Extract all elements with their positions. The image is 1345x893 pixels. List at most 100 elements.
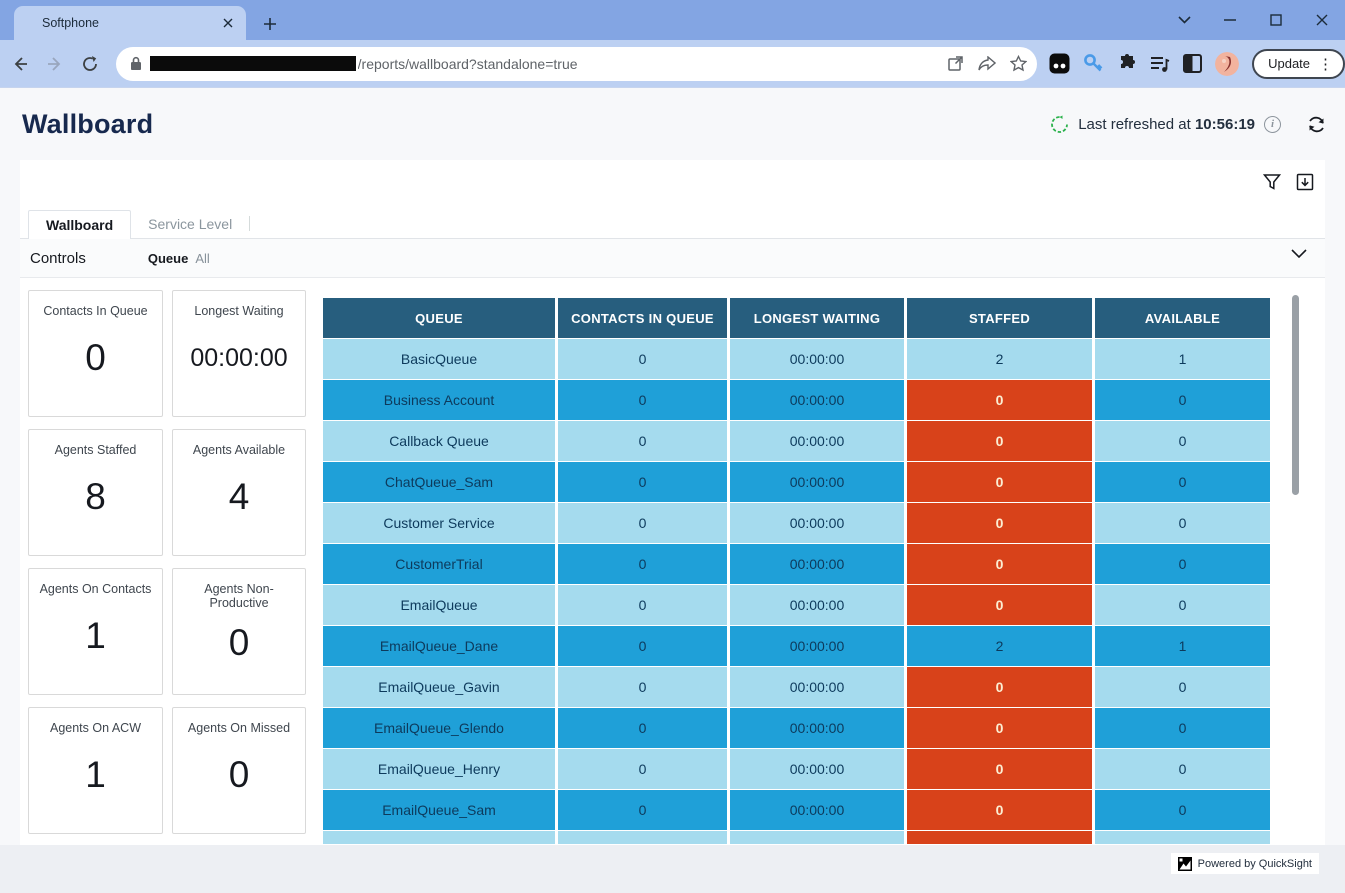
table-cell[interactable]: 00:00:00 xyxy=(730,667,904,707)
kpi-card[interactable]: Contacts In Queue 0 xyxy=(28,290,163,417)
table-cell[interactable]: 0 xyxy=(1095,708,1270,748)
table-cell[interactable]: 0 xyxy=(907,831,1092,844)
table-cell[interactable]: 00:00:00 xyxy=(730,462,904,502)
table-cell[interactable]: 00:00:00 xyxy=(730,790,904,830)
column-header[interactable]: QUEUE xyxy=(323,298,555,338)
table-cell[interactable]: 0 xyxy=(907,503,1092,543)
back-button[interactable] xyxy=(4,48,35,80)
table-cell[interactable]: 0 xyxy=(558,503,727,543)
kpi-card[interactable]: Agents On Contacts 1 xyxy=(28,568,163,695)
kpi-card[interactable]: Agents On ACW 1 xyxy=(28,707,163,834)
table-cell[interactable]: 0 xyxy=(558,462,727,502)
table-cell[interactable]: 00:00:00 xyxy=(730,380,904,420)
table-cell[interactable]: EmailQueue_Glendo xyxy=(323,708,555,748)
refresh-button[interactable] xyxy=(1306,114,1327,135)
table-cell[interactable]: 00:00:00 xyxy=(730,503,904,543)
playlist-extension-icon[interactable] xyxy=(1150,55,1170,73)
table-cell[interactable]: 1 xyxy=(1095,626,1270,666)
table-cell[interactable]: 1 xyxy=(1095,339,1270,379)
table-cell[interactable]: EmailQueue_Gavin xyxy=(323,667,555,707)
table-cell[interactable]: BasicQueue xyxy=(323,339,555,379)
table-cell[interactable]: 0 xyxy=(907,749,1092,789)
maximize-button[interactable] xyxy=(1253,0,1299,40)
table-cell[interactable]: 0 xyxy=(558,626,727,666)
minimize-button[interactable] xyxy=(1207,0,1253,40)
table-cell[interactable]: 0 xyxy=(1095,585,1270,625)
table-cell[interactable]: 0 xyxy=(558,339,727,379)
table-cell[interactable]: 00:00:00 xyxy=(730,544,904,584)
table-cell[interactable]: 0 xyxy=(1095,462,1270,502)
contrast-extension-icon[interactable] xyxy=(1183,54,1202,73)
column-header[interactable]: CONTACTS IN QUEUE xyxy=(558,298,727,338)
table-cell[interactable]: ChatQueue_Sam xyxy=(323,462,555,502)
table-cell[interactable]: 0 xyxy=(907,380,1092,420)
table-cell[interactable]: Callback Queue xyxy=(323,421,555,461)
column-header[interactable]: AVAILABLE xyxy=(1095,298,1270,338)
lock-icon[interactable] xyxy=(130,56,142,71)
table-cell[interactable]: 0 xyxy=(558,790,727,830)
share-icon[interactable] xyxy=(978,56,996,72)
table-cell[interactable]: 0 xyxy=(907,790,1092,830)
controls-collapse-icon[interactable] xyxy=(1291,249,1307,258)
table-cell[interactable]: 0 xyxy=(907,708,1092,748)
quicksight-badge[interactable]: Powered by QuickSight xyxy=(1171,853,1319,874)
table-cell[interactable]: 0 xyxy=(907,667,1092,707)
table-cell[interactable]: 0 xyxy=(1095,749,1270,789)
kpi-card[interactable]: Agents Staffed 8 xyxy=(28,429,163,556)
table-cell[interactable]: 00:00:00 xyxy=(730,749,904,789)
table-cell[interactable]: 0 xyxy=(907,544,1092,584)
new-tab-button[interactable] xyxy=(258,12,282,36)
filter-icon[interactable] xyxy=(1262,172,1282,192)
export-icon[interactable] xyxy=(1295,172,1315,192)
profile-avatar[interactable] xyxy=(1215,52,1239,76)
table-cell[interactable]: 00:00:00 xyxy=(730,708,904,748)
table-cell[interactable]: 00:00:00 xyxy=(730,585,904,625)
table-cell[interactable]: 00:00:00 xyxy=(730,339,904,379)
table-scrollbar[interactable] xyxy=(1292,295,1299,495)
reload-button[interactable] xyxy=(74,48,105,80)
bookmark-star-icon[interactable] xyxy=(1010,55,1027,72)
table-cell[interactable]: 0 xyxy=(1095,503,1270,543)
table-cell[interactable]: 0 xyxy=(1095,667,1270,707)
kpi-card[interactable]: Agents Available 4 xyxy=(172,429,306,556)
table-cell[interactable]: EmailQueue_Henry xyxy=(323,749,555,789)
tab-close-icon[interactable] xyxy=(220,15,236,31)
table-cell[interactable]: 2 xyxy=(907,339,1092,379)
table-cell[interactable]: EmailQueue_Dane xyxy=(323,626,555,666)
url-bar[interactable]: /reports/wallboard?standalone=true xyxy=(116,47,1037,81)
browser-menu-icon[interactable]: ⋮ xyxy=(1314,55,1337,73)
forward-button[interactable] xyxy=(39,48,70,80)
open-in-new-icon[interactable] xyxy=(947,55,964,72)
update-button[interactable]: Update ⋮ xyxy=(1252,49,1345,79)
kpi-card[interactable]: Agents Non-Productive 0 xyxy=(172,568,306,695)
tab-service-level[interactable]: Service Level xyxy=(131,209,249,238)
table-cell[interactable]: 0 xyxy=(1095,380,1270,420)
table-cell[interactable]: 0 xyxy=(1095,544,1270,584)
extensions-puzzle-icon[interactable] xyxy=(1117,54,1137,74)
extension-dots-icon[interactable] xyxy=(1049,53,1070,74)
table-cell[interactable]: EmailQueue_Sam xyxy=(323,790,555,830)
table-cell[interactable]: 00:00:00 xyxy=(730,831,904,844)
table-cell[interactable]: 0 xyxy=(558,749,727,789)
table-cell[interactable]: 0 xyxy=(1095,831,1270,844)
table-cell[interactable]: 0 xyxy=(558,380,727,420)
table-cell[interactable]: CustomerTrial xyxy=(323,544,555,584)
table-cell[interactable]: 0 xyxy=(907,585,1092,625)
table-cell[interactable]: 00:00:00 xyxy=(730,626,904,666)
table-cell[interactable]: EmailQueue xyxy=(323,585,555,625)
kpi-card[interactable]: Agents On Missed 0 xyxy=(172,707,306,834)
kpi-card[interactable]: Longest Waiting 00:00:00 xyxy=(172,290,306,417)
key-extension-icon[interactable] xyxy=(1083,53,1104,74)
table-cell[interactable]: 2 xyxy=(907,626,1092,666)
table-cell[interactable]: Customer Service xyxy=(323,503,555,543)
table-cell[interactable]: 0 xyxy=(907,462,1092,502)
table-cell[interactable]: Business Account xyxy=(323,380,555,420)
queue-filter-value[interactable]: All xyxy=(195,251,209,266)
close-window-button[interactable] xyxy=(1299,0,1345,40)
table-cell[interactable]: 0 xyxy=(558,831,727,844)
table-cell[interactable]: 0 xyxy=(558,421,727,461)
info-icon[interactable]: i xyxy=(1264,116,1281,133)
table-cell[interactable]: 0 xyxy=(558,667,727,707)
tab-wallboard[interactable]: Wallboard xyxy=(28,210,131,239)
tab-search-icon[interactable] xyxy=(1161,0,1207,40)
